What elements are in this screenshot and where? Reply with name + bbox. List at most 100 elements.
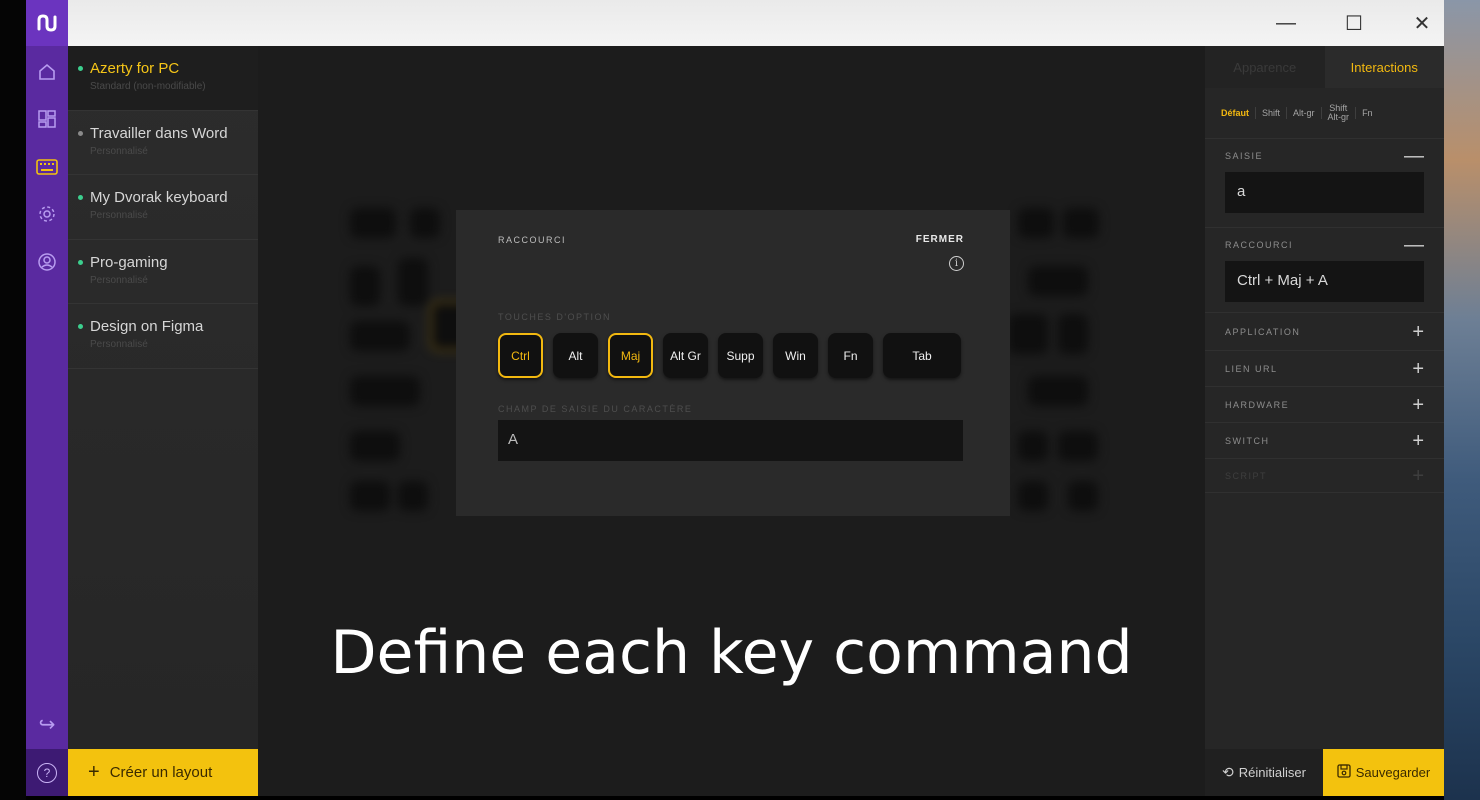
expand-icon[interactable]: + (1412, 466, 1424, 486)
section-label: LIEN URL (1225, 363, 1278, 374)
option-key-tab[interactable]: Tab (883, 333, 961, 378)
modifier-shift-altgr[interactable]: Shift Alt-gr (1322, 104, 1356, 122)
create-layout-label: Créer un layout (109, 764, 213, 781)
reset-icon: ⟲ (1222, 764, 1234, 780)
app-logo[interactable] (26, 0, 68, 46)
layout-name: Pro-gaming (90, 253, 168, 271)
option-key-maj[interactable]: Maj (608, 333, 653, 378)
section-label: SWITCH (1225, 435, 1270, 446)
settings-icon[interactable] (34, 201, 60, 227)
layout-item-dvorak[interactable]: My Dvorak keyboard Personnalisé (68, 175, 258, 240)
logo-icon (37, 14, 57, 32)
minimize-button[interactable]: — (1271, 8, 1301, 38)
save-button[interactable]: Sauvegarder (1323, 749, 1444, 796)
section-script[interactable]: SCRIPT + (1205, 458, 1444, 493)
title-bar: — ☐ ✕ (68, 0, 1444, 46)
option-key-altgr[interactable]: Alt Gr (663, 333, 708, 378)
panel-footer: ⟲ Réinitialiser Sauvegarder (1205, 749, 1444, 796)
properties-panel: Apparence Interactions Défaut Shift Alt-… (1205, 46, 1444, 796)
logout-icon[interactable]: ↪ (34, 711, 60, 737)
keyboard-icon[interactable] (34, 154, 60, 180)
layout-list: Azerty for PC Standard (non-modifiable) … (68, 46, 258, 749)
home-icon[interactable] (34, 59, 60, 85)
layout-item-azerty[interactable]: Azerty for PC Standard (non-modifiable) (68, 46, 258, 111)
section-saisie[interactable]: SAISIE — (1205, 138, 1444, 172)
dialog-title: RACCOURCI (498, 235, 567, 245)
shortcut-dialog: RACCOURCI FERMER i TOUCHES D'OPTION Ctrl… (456, 210, 1010, 516)
reset-label: Réinitialiser (1238, 765, 1306, 780)
dashboard-icon[interactable] (34, 106, 60, 132)
help-button[interactable]: ? (26, 749, 68, 796)
layout-name: Travailler dans Word (90, 124, 228, 142)
section-label: APPLICATION (1225, 326, 1301, 337)
layout-subtitle: Standard (non-modifiable) (90, 81, 206, 92)
maximize-button[interactable]: ☐ (1339, 8, 1369, 38)
desktop-wallpaper (1444, 0, 1480, 800)
info-icon[interactable]: i (949, 256, 964, 271)
section-label: SCRIPT (1225, 470, 1268, 481)
saisie-input[interactable]: a (1225, 172, 1424, 213)
option-key-fn[interactable]: Fn (828, 333, 873, 378)
collapse-icon[interactable]: — (1404, 146, 1424, 166)
status-dot (78, 66, 83, 71)
expand-icon[interactable]: + (1412, 431, 1424, 451)
modifier-fn[interactable]: Fn (1356, 108, 1379, 118)
app-window: — ☐ ✕ ↪ ? Azerty for PC Standard (non-mo… (26, 0, 1444, 796)
keyboard-editor: RACCOURCI FERMER i TOUCHES D'OPTION Ctrl… (258, 46, 1205, 796)
desktop-left-edge (0, 0, 26, 800)
expand-icon[interactable]: + (1412, 322, 1424, 342)
layout-subtitle: Personnalisé (90, 210, 148, 221)
section-label: SAISIE (1225, 150, 1264, 161)
option-keys: Ctrl Alt Maj Alt Gr Supp Win Fn Tab (498, 333, 961, 378)
nav-rail: ↪ ? (26, 0, 68, 796)
close-window-button[interactable]: ✕ (1407, 8, 1437, 38)
section-label: RACCOURCI (1225, 239, 1294, 250)
char-input[interactable]: A (498, 420, 963, 461)
modifier-altgr[interactable]: Alt-gr (1287, 108, 1321, 118)
caption-text: Define each key command (330, 618, 1133, 688)
tab-interactions[interactable]: Interactions (1324, 46, 1444, 88)
layout-item-figma[interactable]: Design on Figma Personnalisé (68, 304, 258, 369)
raccourci-input[interactable]: Ctrl + Maj + A (1225, 261, 1424, 302)
modifier-default[interactable]: Défaut (1215, 108, 1255, 118)
section-hardware[interactable]: HARDWARE + (1205, 386, 1444, 422)
layout-subtitle: Personnalisé (90, 274, 148, 286)
save-label: Sauvegarder (1355, 765, 1431, 780)
tab-apparence[interactable]: Apparence (1205, 46, 1325, 88)
user-icon[interactable] (34, 249, 60, 275)
layout-name: Azerty for PC (90, 60, 180, 77)
status-dot (78, 130, 83, 136)
layout-subtitle: Personnalisé (90, 339, 148, 350)
panel-tabs: Apparence Interactions (1205, 46, 1444, 88)
layout-item-word[interactable]: Travailler dans Word Personnalisé (68, 111, 258, 175)
option-key-ctrl[interactable]: Ctrl (498, 333, 543, 378)
create-layout-button[interactable]: + Créer un layout (68, 749, 258, 796)
expand-icon[interactable]: + (1412, 359, 1424, 379)
option-key-alt[interactable]: Alt (553, 333, 598, 378)
char-field-label: CHAMP DE SAISIE DU CARACTÈRE (498, 404, 693, 414)
status-dot (78, 195, 83, 200)
reset-button[interactable]: ⟲ Réinitialiser (1205, 749, 1323, 796)
expand-icon[interactable]: + (1412, 395, 1424, 415)
options-label: TOUCHES D'OPTION (498, 312, 612, 322)
layout-subtitle: Personnalisé (90, 145, 148, 157)
option-key-supp[interactable]: Supp (718, 333, 763, 378)
section-switch[interactable]: SWITCH + (1205, 422, 1444, 458)
modifier-shift[interactable]: Shift (1256, 108, 1286, 118)
status-dot (78, 324, 83, 329)
layout-item-pro-gaming[interactable]: Pro-gaming Personnalisé (68, 240, 258, 304)
layout-name: Design on Figma (90, 318, 204, 335)
status-dot (78, 259, 83, 265)
section-raccourci[interactable]: RACCOURCI — (1205, 227, 1444, 261)
option-key-win[interactable]: Win (773, 333, 818, 378)
collapse-icon[interactable]: — (1404, 235, 1424, 255)
modifier-line: Alt-gr (1327, 112, 1350, 122)
layout-name: My Dvorak keyboard (90, 189, 228, 206)
plus-icon: + (88, 761, 100, 783)
section-lien-url[interactable]: LIEN URL + (1205, 350, 1444, 386)
section-label: HARDWARE (1225, 399, 1290, 410)
section-application[interactable]: APPLICATION + (1205, 312, 1444, 350)
dialog-close-button[interactable]: FERMER (916, 234, 964, 245)
modifier-tabs: Défaut Shift Alt-gr Shift Alt-gr Fn (1205, 88, 1444, 138)
save-icon (1337, 764, 1351, 781)
